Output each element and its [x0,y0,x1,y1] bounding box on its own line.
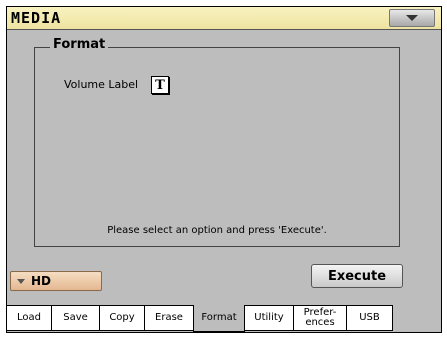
status-message: Please select an option and press 'Execu… [107,225,327,236]
device-select[interactable]: HD [10,271,102,291]
tab-copy[interactable]: Copy [99,305,145,331]
group-title: Format [50,37,109,52]
triangle-down-icon [17,279,25,284]
tab-save[interactable]: Save [51,305,100,331]
format-group-box [34,47,400,247]
tab-utility[interactable]: Utility [244,305,294,331]
tab-usb[interactable]: USB [346,305,393,331]
volume-label-text: Volume Label [64,78,139,91]
window-title: MEDIA [11,9,62,27]
triangle-down-icon [406,15,418,21]
tab-format[interactable]: Format [193,305,245,332]
text-edit-button[interactable]: T [151,76,169,94]
tab-load[interactable]: Load [6,305,52,331]
tab-preferences[interactable]: Prefer- ences [293,305,347,331]
tab-erase[interactable]: Erase [144,305,194,331]
title-bar: MEDIA [7,7,441,30]
device-select-value: HD [31,274,52,288]
execute-button[interactable]: Execute [311,264,403,288]
tab-bar: Load Save Copy Erase Format Utility Pref… [6,305,442,333]
page-menu-button[interactable] [389,9,435,27]
